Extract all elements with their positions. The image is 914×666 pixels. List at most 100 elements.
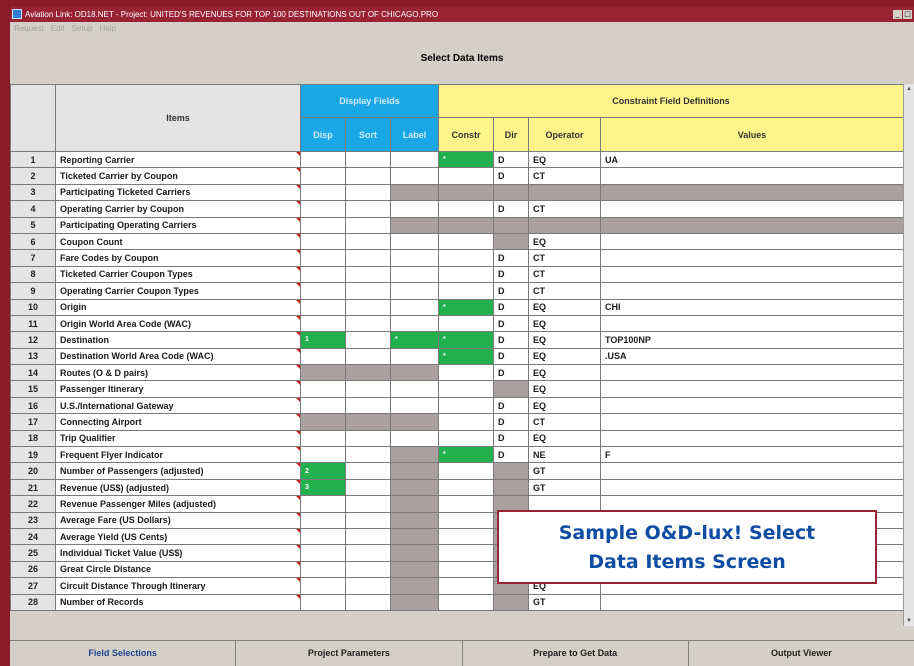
val-cell[interactable] [600, 282, 905, 300]
item-name-cell[interactable]: Operating Carrier Coupon Types [55, 282, 301, 300]
item-name-cell[interactable]: Frequent Flyer Indicator [55, 446, 301, 464]
disp-cell[interactable] [300, 446, 346, 464]
disp-cell[interactable] [300, 249, 346, 267]
dir-cell[interactable]: D [493, 413, 530, 431]
op-cell[interactable]: CT [528, 282, 602, 300]
op-cell[interactable]: GT [528, 478, 602, 497]
disp-cell[interactable] [300, 232, 346, 251]
sort-cell[interactable] [345, 347, 391, 366]
item-name-cell[interactable]: Number of Passengers (adjusted) [55, 462, 301, 480]
op-cell[interactable]: EQ [528, 396, 602, 415]
sort-cell[interactable] [345, 396, 391, 415]
op-cell[interactable]: EQ [528, 364, 602, 382]
dir-cell[interactable]: D [493, 249, 530, 267]
item-name-cell[interactable]: Trip Qualifier [55, 429, 301, 448]
disp-cell[interactable] [300, 511, 346, 529]
op-cell[interactable]: EQ [528, 380, 602, 398]
tab-output-viewer[interactable]: Output Viewer [689, 641, 914, 666]
sort-cell[interactable] [345, 462, 391, 480]
constr-cell[interactable] [438, 462, 495, 480]
constr-cell[interactable] [438, 249, 495, 267]
op-cell[interactable]: NE [528, 446, 602, 464]
sort-cell[interactable] [345, 150, 391, 169]
dir-cell[interactable]: D [493, 298, 530, 316]
disp-cell[interactable] [300, 265, 346, 284]
op-cell[interactable]: GT [528, 462, 602, 480]
val-cell[interactable]: .USA [600, 347, 905, 366]
constr-cell[interactable]: * [438, 150, 495, 169]
constr-cell[interactable] [438, 593, 495, 611]
sort-cell[interactable] [345, 544, 391, 562]
val-cell[interactable]: F [600, 446, 905, 464]
disp-cell[interactable] [300, 495, 346, 513]
op-cell[interactable]: CT [528, 413, 602, 431]
op-cell[interactable]: EQ [528, 314, 602, 333]
tab-project-parameters[interactable]: Project Parameters [236, 641, 463, 666]
sort-cell[interactable] [345, 429, 391, 448]
dir-cell[interactable]: D [493, 314, 530, 333]
constr-cell[interactable] [438, 544, 495, 562]
disp-cell[interactable] [300, 150, 346, 169]
item-name-cell[interactable]: Circuit Distance Through Itinerary [55, 577, 301, 595]
constr-cell[interactable] [438, 577, 495, 595]
val-cell[interactable] [600, 200, 905, 218]
dir-cell[interactable]: D [493, 200, 530, 218]
item-name-cell[interactable]: Individual Ticket Value (US$) [55, 544, 301, 562]
disp-cell[interactable] [300, 560, 346, 579]
item-name-cell[interactable]: Ticketed Carrier Coupon Types [55, 265, 301, 284]
item-name-cell[interactable]: Origin [55, 298, 301, 316]
sort-cell[interactable] [345, 232, 391, 251]
constr-cell[interactable] [438, 527, 495, 546]
item-name-cell[interactable]: Origin World Area Code (WAC) [55, 314, 301, 333]
dir-cell[interactable]: D [493, 282, 530, 300]
label-cell[interactable] [389, 380, 440, 398]
constr-cell[interactable]: * [438, 347, 495, 366]
constr-cell[interactable] [438, 495, 495, 513]
disp-cell[interactable]: 1 [300, 331, 346, 349]
item-name-cell[interactable]: Destination [55, 331, 301, 349]
val-cell[interactable] [600, 265, 905, 284]
constr-cell[interactable] [438, 282, 495, 300]
constr-cell[interactable] [438, 364, 495, 382]
item-name-cell[interactable]: Average Fare (US Dollars) [55, 511, 301, 529]
disp-cell[interactable] [300, 216, 346, 234]
menu-help[interactable]: Help [100, 24, 116, 33]
label-cell[interactable] [389, 167, 440, 185]
dir-cell[interactable]: D [493, 265, 530, 284]
item-name-cell[interactable]: Participating Ticketed Carriers [55, 183, 301, 202]
val-cell[interactable] [600, 478, 905, 497]
disp-cell[interactable] [300, 183, 346, 202]
constr-cell[interactable] [438, 560, 495, 579]
constr-cell[interactable] [438, 314, 495, 333]
constr-cell[interactable]: * [438, 331, 495, 349]
op-cell[interactable]: EQ [528, 232, 602, 251]
constr-cell[interactable] [438, 232, 495, 251]
disp-cell[interactable] [300, 527, 346, 546]
menu-edit[interactable]: Edit [51, 24, 65, 33]
op-cell[interactable]: EQ [528, 150, 602, 169]
sort-cell[interactable] [345, 511, 391, 529]
sort-cell[interactable] [345, 577, 391, 595]
item-name-cell[interactable]: Destination World Area Code (WAC) [55, 347, 301, 366]
disp-cell[interactable] [300, 298, 346, 316]
disp-cell[interactable] [300, 593, 346, 611]
dir-cell[interactable]: D [493, 446, 530, 464]
label-cell[interactable] [389, 249, 440, 267]
item-name-cell[interactable]: Routes (O & D pairs) [55, 364, 301, 382]
item-name-cell[interactable]: Participating Operating Carriers [55, 216, 301, 234]
val-cell[interactable]: TOP100NP [600, 331, 905, 349]
disp-cell[interactable] [300, 347, 346, 366]
disp-cell[interactable]: 2 [300, 462, 346, 480]
label-cell[interactable]: * [389, 331, 440, 349]
label-cell[interactable] [389, 314, 440, 333]
disp-cell[interactable] [300, 544, 346, 562]
val-cell[interactable]: CHI [600, 298, 905, 316]
item-name-cell[interactable]: Reporting Carrier [55, 150, 301, 169]
menu-request[interactable]: Request [14, 24, 44, 33]
sort-cell[interactable] [345, 200, 391, 218]
constr-cell[interactable] [438, 511, 495, 529]
sort-cell[interactable] [345, 298, 391, 316]
constr-cell[interactable]: * [438, 446, 495, 464]
disp-cell[interactable] [300, 396, 346, 415]
label-cell[interactable] [389, 200, 440, 218]
